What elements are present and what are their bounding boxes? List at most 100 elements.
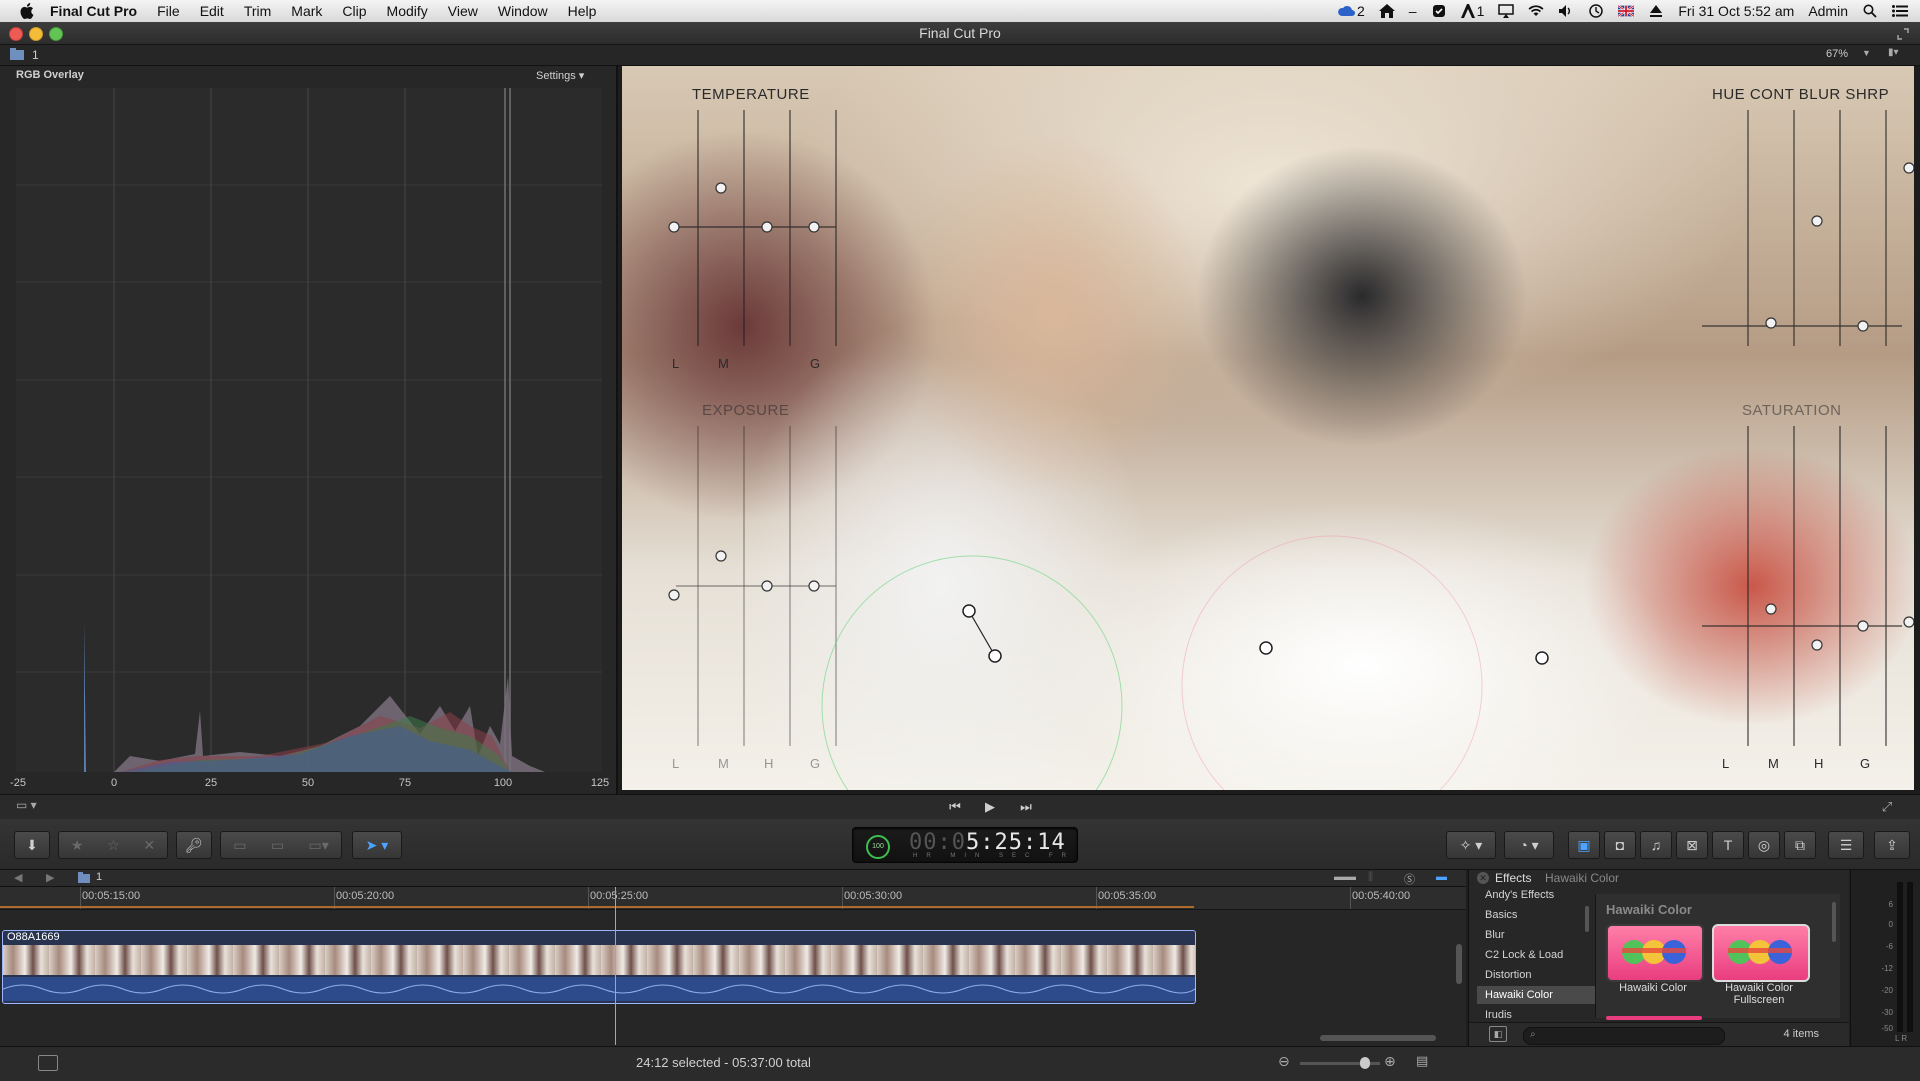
clip-appearance-menu-icon[interactable]: ▤: [1416, 1053, 1428, 1069]
adobe-icon[interactable]: 1: [1460, 3, 1485, 19]
menubar-clock[interactable]: Fri 31 Oct 5:52 am: [1678, 3, 1794, 19]
audio-skimming-icon[interactable]: ⫼: [1368, 871, 1373, 884]
photo-browser-camera-icon[interactable]: ◘: [1604, 831, 1636, 859]
menu-trim[interactable]: Trim: [234, 0, 281, 22]
menu-edit[interactable]: Edit: [190, 0, 234, 22]
import-media-button[interactable]: ⬇: [14, 831, 50, 859]
themes-browser-icon[interactable]: ⧉: [1784, 831, 1816, 859]
uk-flag-icon[interactable]: [1618, 4, 1635, 18]
timeline-horizontal-scrollbar[interactable]: [1320, 1035, 1436, 1041]
share-icon[interactable]: ⇪: [1874, 831, 1910, 859]
spotlight-search-icon[interactable]: [1862, 4, 1878, 18]
effect-thumbnail-partial[interactable]: [1606, 1016, 1702, 1020]
effects-category-irudis[interactable]: Irudis: [1477, 1006, 1597, 1020]
connect-clip-icon[interactable]: ▭: [233, 837, 246, 854]
effects-category-andys[interactable]: Andy's Effects: [1477, 886, 1597, 904]
timeline-clip[interactable]: O88A1669: [2, 930, 1196, 1004]
library-icon[interactable]: [10, 48, 24, 63]
timeline-back-icon[interactable]: ◀: [14, 871, 22, 884]
effects-close-icon[interactable]: ✕: [1477, 872, 1489, 884]
select-tool-arrow-icon[interactable]: ➤ ▾: [352, 831, 402, 859]
close-window-button[interactable]: [9, 27, 23, 41]
timeline-header: ◀ ▶ 1 ▬▬ ⫼ Ⓢ ▬: [0, 870, 1466, 887]
effect-thumbnail-hawaiki-color-fullscreen[interactable]: [1712, 924, 1810, 982]
zoom-in-icon[interactable]: ⊕: [1384, 1053, 1396, 1070]
notification-center-icon[interactable]: [1892, 4, 1908, 18]
shape-mask-handles[interactable]: [962, 604, 1549, 665]
enhancements-wand-icon[interactable]: ✧ ▾: [1446, 831, 1496, 859]
unrate-star-icon[interactable]: ☆: [107, 837, 120, 854]
transitions-browser-icon[interactable]: ⊠: [1676, 831, 1708, 859]
menu-file[interactable]: File: [147, 0, 190, 22]
retime-icon[interactable]: ◔ ▾: [1504, 831, 1554, 859]
zoom-chevron-down-icon[interactable]: ▼: [1862, 48, 1871, 58]
zoom-slider-thumb[interactable]: [1360, 1057, 1370, 1069]
clip-appearance-icon[interactable]: ▬▬: [1334, 871, 1356, 883]
effects-category-c2-lock-load[interactable]: C2 Lock & Load: [1477, 946, 1597, 964]
reject-x-icon[interactable]: ✕: [143, 837, 155, 854]
menu-modify[interactable]: Modify: [377, 0, 438, 22]
view-options-icon[interactable]: ▮▾: [1888, 47, 1899, 58]
eject-icon[interactable]: [1648, 4, 1664, 18]
effects-category-hawaiki-color[interactable]: Hawaiki Color: [1477, 986, 1597, 1004]
volume-icon[interactable]: [1558, 4, 1574, 18]
keyword-editor-key-icon[interactable]: 🔑︎: [176, 831, 212, 859]
viewer-zoom-value[interactable]: 67%: [1826, 48, 1848, 60]
zoom-out-icon[interactable]: ⊖: [1278, 1053, 1290, 1070]
generators-browser-icon[interactable]: ◎: [1748, 831, 1780, 859]
effects-search-input[interactable]: ⌕: [1523, 1027, 1725, 1045]
overlay-control-points[interactable]: [668, 162, 1914, 651]
background-tasks-progress[interactable]: 100: [866, 835, 890, 859]
menu-help[interactable]: Help: [558, 0, 607, 22]
menubar-user[interactable]: Admin: [1808, 3, 1848, 19]
menu-app-name[interactable]: Final Cut Pro: [38, 0, 147, 22]
creative-cloud-icon[interactable]: 2: [1337, 3, 1365, 19]
clip-name: O88A1669: [7, 931, 60, 943]
minimize-window-button[interactable]: [29, 27, 43, 41]
timeline-playhead[interactable]: [615, 887, 616, 1045]
menu-view[interactable]: View: [438, 0, 488, 22]
video-frame[interactable]: TEMPERATURE HUE CONT BLUR SHRP EXPOSURE …: [622, 66, 1914, 790]
home-icon[interactable]: [1378, 4, 1395, 18]
go-to-end-icon[interactable]: ⏭: [1017, 799, 1035, 815]
menu-clip[interactable]: Clip: [332, 0, 376, 22]
apple-menu-icon[interactable]: [16, 0, 38, 22]
effects-grid-scrollbar[interactable]: [1832, 902, 1836, 942]
timeline-forward-icon[interactable]: ▶: [46, 871, 54, 884]
viewer-display-options-icon[interactable]: ▭ ▾: [16, 798, 37, 812]
timeline-ruler[interactable]: 00:05:15:00 00:05:20:00 00:05:25:00 00:0…: [0, 887, 1466, 910]
dashboard-timecode[interactable]: 100 00:05:25:14 HR MIN SEC FR: [852, 827, 1078, 863]
menu-mark[interactable]: Mark: [281, 0, 332, 22]
timeline-zoom-slider[interactable]: [1300, 1057, 1380, 1069]
effects-browser-icon[interactable]: ▣: [1568, 831, 1600, 859]
airplay-icon[interactable]: [1498, 4, 1515, 18]
zoom-window-button[interactable]: [49, 27, 63, 41]
append-clip-icon[interactable]: ▭▾: [309, 837, 329, 854]
audio-meters: 6 0 -6 -12 -20 -30 -50 L R: [1850, 870, 1920, 1046]
timeline-index-icon[interactable]: [38, 1055, 58, 1071]
viewer-fullscreen-icon[interactable]: ⤢: [1878, 799, 1896, 815]
wifi-icon[interactable]: [1528, 4, 1544, 18]
titles-browser-t-icon[interactable]: T: [1712, 831, 1744, 859]
menu-window[interactable]: Window: [488, 0, 558, 22]
favorite-star-icon[interactable]: ★: [71, 837, 84, 854]
timeline-vertical-scrollbar[interactable]: [1456, 944, 1462, 984]
toggle-sidebar-icon[interactable]: ◧: [1489, 1026, 1507, 1042]
effects-category-basics[interactable]: Basics: [1477, 906, 1597, 924]
effects-category-blur[interactable]: Blur: [1477, 926, 1597, 944]
go-to-start-icon[interactable]: ⏮: [946, 799, 964, 815]
insert-clip-icon[interactable]: ▭: [271, 837, 284, 854]
solo-icon[interactable]: Ⓢ: [1404, 871, 1415, 887]
play-icon[interactable]: ▶: [981, 799, 999, 815]
time-machine-icon[interactable]: [1588, 4, 1604, 18]
adobe-count: 1: [1476, 3, 1485, 19]
music-browser-note-icon[interactable]: ♫: [1640, 831, 1672, 859]
meter-level-label: -12: [1881, 964, 1893, 973]
fullscreen-icon[interactable]: [1896, 26, 1910, 40]
categories-scrollbar[interactable]: [1585, 906, 1589, 932]
effects-category-distortion[interactable]: Distortion: [1477, 966, 1597, 984]
snapping-icon[interactable]: ▬: [1436, 871, 1447, 883]
effect-thumbnail-hawaiki-color[interactable]: [1606, 924, 1704, 982]
inspector-icon[interactable]: ☰: [1828, 831, 1864, 859]
dropbox-icon[interactable]: [1431, 4, 1447, 18]
